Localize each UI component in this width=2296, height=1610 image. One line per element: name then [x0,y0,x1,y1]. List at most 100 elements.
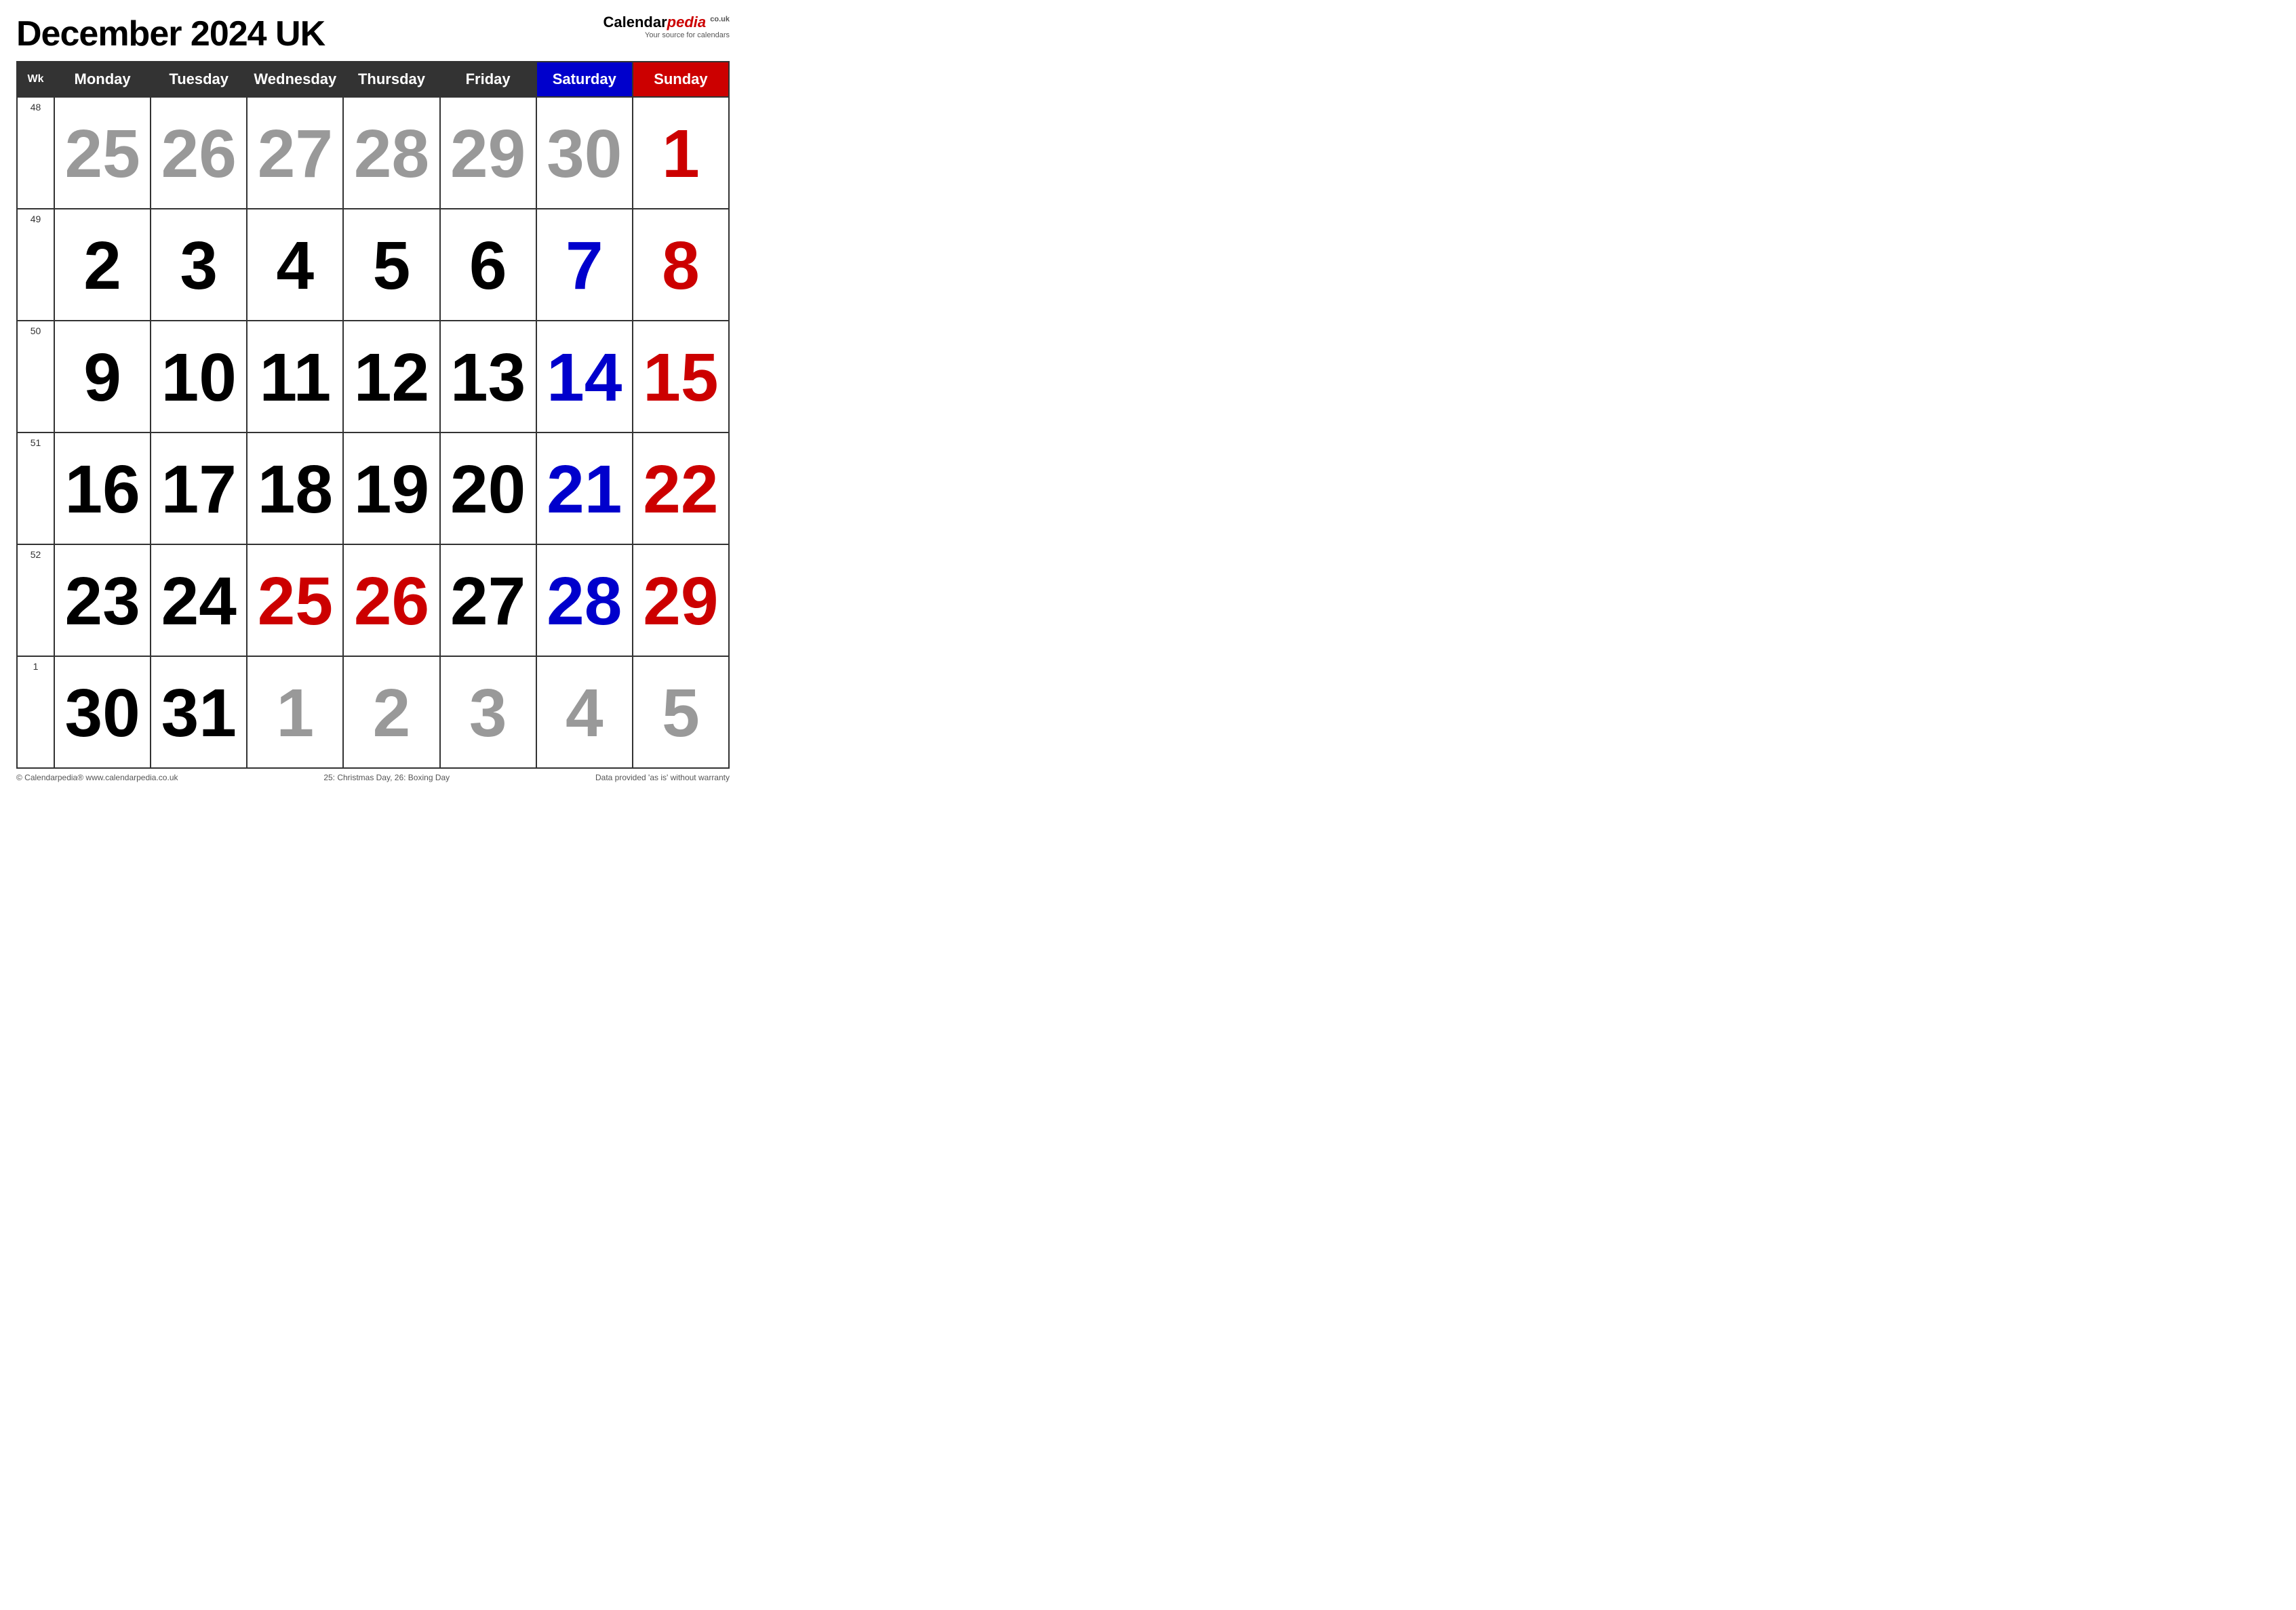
day-number: 8 [639,214,723,317]
day-cell: 26 [151,97,247,209]
day-number: 3 [446,661,530,765]
day-cell: 28 [536,544,633,656]
logo-tagline: Your source for calendars [603,31,730,40]
day-number: 4 [542,661,627,765]
day-number: 18 [253,437,337,541]
calendar-row: 5116171819202122 [17,432,729,544]
calendar-row: 492345678 [17,209,729,321]
header-row: Wk Monday Tuesday Wednesday Thursday Fri… [17,62,729,97]
calendar-row: 482526272829301 [17,97,729,209]
day-cell: 5 [343,209,439,321]
saturday-header: Saturday [536,62,633,97]
day-number: 13 [446,325,530,429]
day-number: 6 [446,214,530,317]
day-number: 11 [253,325,337,429]
day-cell: 24 [151,544,247,656]
day-cell: 1 [633,97,729,209]
week-number: 1 [17,656,54,768]
day-cell: 18 [247,432,343,544]
day-number: 14 [542,325,627,429]
page-header: December 2024 UK Calendarpedia co.uk You… [16,14,730,54]
day-cell: 16 [54,432,151,544]
day-number: 2 [349,661,433,765]
wk-header: Wk [17,62,54,97]
friday-header: Friday [440,62,536,97]
logo: Calendarpedia co.uk Your source for cale… [603,14,730,41]
day-number: 26 [349,549,433,653]
week-number: 50 [17,321,54,432]
day-number: 21 [542,437,627,541]
day-cell: 25 [247,544,343,656]
day-cell: 9 [54,321,151,432]
day-cell: 5 [633,656,729,768]
day-number: 30 [60,661,144,765]
day-cell: 19 [343,432,439,544]
day-cell: 2 [343,656,439,768]
calendar-table: Wk Monday Tuesday Wednesday Thursday Fri… [16,61,730,769]
day-number: 27 [446,549,530,653]
day-cell: 12 [343,321,439,432]
day-number: 27 [253,102,337,205]
day-cell: 1 [247,656,343,768]
day-number: 9 [60,325,144,429]
day-cell: 29 [440,97,536,209]
day-cell: 23 [54,544,151,656]
day-number: 1 [639,102,723,205]
day-cell: 11 [247,321,343,432]
thursday-header: Thursday [343,62,439,97]
day-number: 30 [542,102,627,205]
day-number: 1 [253,661,337,765]
day-cell: 27 [247,97,343,209]
footer-center: 25: Christmas Day, 26: Boxing Day [323,773,450,782]
page-title: December 2024 UK [16,14,325,54]
day-cell: 22 [633,432,729,544]
day-number: 4 [253,214,337,317]
day-cell: 10 [151,321,247,432]
day-cell: 3 [440,656,536,768]
day-cell: 30 [54,656,151,768]
day-cell: 8 [633,209,729,321]
calendar-row: 509101112131415 [17,321,729,432]
day-number: 5 [639,661,723,765]
week-number: 51 [17,432,54,544]
day-cell: 6 [440,209,536,321]
day-number: 31 [157,661,241,765]
day-cell: 7 [536,209,633,321]
day-number: 26 [157,102,241,205]
week-number: 48 [17,97,54,209]
day-number: 17 [157,437,241,541]
day-number: 25 [60,102,144,205]
day-number: 28 [542,549,627,653]
tuesday-header: Tuesday [151,62,247,97]
day-number: 2 [60,214,144,317]
logo-italic: pedia [667,14,706,31]
wednesday-header: Wednesday [247,62,343,97]
day-number: 12 [349,325,433,429]
footer-left: © Calendarpedia® www.calendarpedia.co.uk [16,773,178,782]
day-number: 19 [349,437,433,541]
day-number: 29 [446,102,530,205]
day-number: 23 [60,549,144,653]
footer-right: Data provided 'as is' without warranty [595,773,730,782]
calendar-row: 5223242526272829 [17,544,729,656]
day-number: 3 [157,214,241,317]
day-number: 25 [253,549,337,653]
sunday-header: Sunday [633,62,729,97]
day-cell: 2 [54,209,151,321]
day-number: 22 [639,437,723,541]
day-cell: 29 [633,544,729,656]
week-number: 52 [17,544,54,656]
day-cell: 17 [151,432,247,544]
day-number: 29 [639,549,723,653]
week-number: 49 [17,209,54,321]
day-cell: 21 [536,432,633,544]
day-number: 20 [446,437,530,541]
day-number: 15 [639,325,723,429]
day-cell: 30 [536,97,633,209]
day-number: 16 [60,437,144,541]
logo-text: Calendarpedia co.uk [603,14,730,31]
day-cell: 31 [151,656,247,768]
day-cell: 20 [440,432,536,544]
day-cell: 14 [536,321,633,432]
day-cell: 4 [247,209,343,321]
